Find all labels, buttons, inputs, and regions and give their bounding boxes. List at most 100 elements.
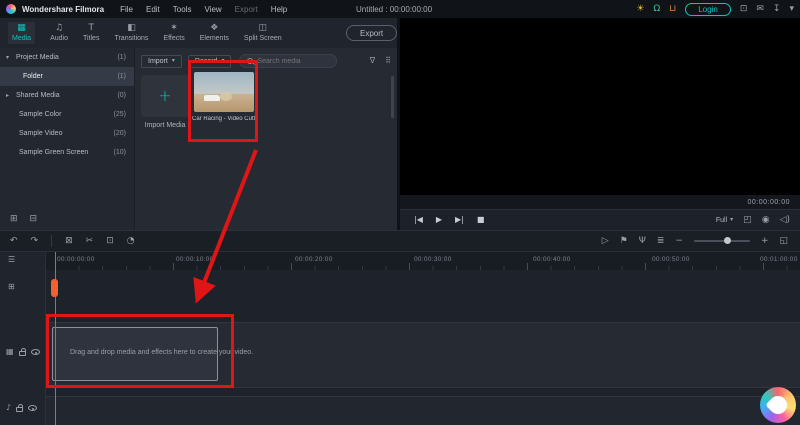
zoom-out-icon[interactable]: − (675, 236, 683, 246)
export-button[interactable]: Export (346, 25, 398, 41)
zoom-slider-handle[interactable] (723, 237, 731, 244)
elements-icon: ❖ (210, 23, 219, 33)
speaker-icon[interactable]: ◁) (780, 215, 790, 225)
media-library-sidebar: ▾ Project Media (1) Folder (1) ▸ Shared … (0, 48, 134, 230)
tips-icon[interactable]: ☀ (636, 4, 644, 14)
search-box[interactable] (239, 54, 338, 68)
record-dropdown[interactable]: Record ▾ (187, 54, 232, 68)
media-panel: Import ▾ Record ▾ ∇ ⠿ + Import Media Car… (135, 48, 397, 230)
speed-icon[interactable]: ◔ (127, 236, 135, 246)
split-icon[interactable]: ✂ (86, 236, 94, 246)
delete-icon[interactable]: ⊠ (65, 236, 73, 246)
playback-controls: |◀ ▶ ▶| ■ (400, 216, 484, 224)
screen-record-icon[interactable]: ⊡ (740, 4, 748, 14)
marker-icon[interactable]: ⚑ (620, 236, 628, 246)
filter-icon[interactable]: ∇ (370, 57, 375, 65)
menu-tools[interactable]: Tools (173, 5, 192, 14)
timeline-ruler[interactable]: 00:00:00:00 00:00:10:00 00:00:20:00 00:0… (46, 252, 800, 270)
sidebar-item-label: Folder (23, 73, 43, 80)
menu-view[interactable]: View (204, 5, 221, 14)
sidebar-item-project-media[interactable]: ▾ Project Media (1) (0, 48, 134, 67)
next-frame-button[interactable]: ▶| (455, 216, 464, 224)
download-icon[interactable]: ↧ (773, 4, 781, 14)
search-icon (247, 58, 254, 64)
ruler-label: 00:00:30:00 (414, 256, 452, 263)
sidebar-item-sample-color[interactable]: Sample Color (25) (0, 105, 134, 124)
lock-icon[interactable] (16, 404, 24, 412)
transitions-icon: ◧ (127, 23, 136, 33)
chevron-down-icon: ▾ (730, 216, 734, 223)
preview-window[interactable] (400, 18, 800, 195)
chevron-right-icon[interactable]: ▸ (6, 92, 13, 99)
tab-elements[interactable]: ❖ Elements (200, 23, 229, 43)
tab-split-screen[interactable]: ◫ Split Screen (243, 24, 282, 43)
lock-icon[interactable] (18, 348, 26, 356)
new-folder-icon[interactable]: ⊞ (10, 215, 18, 224)
support-icon[interactable]: Ω (653, 4, 660, 14)
ruler-label: 00:01:00:00 (760, 256, 798, 263)
menu-file[interactable]: File (120, 5, 133, 14)
chevron-down-icon[interactable]: ▾ (6, 54, 13, 61)
tab-audio[interactable]: ♫ Audio (50, 23, 68, 43)
tab-media[interactable]: ▦ Media (8, 22, 36, 44)
audio-icon: ♫ (54, 23, 64, 33)
sidebar-item-shared-media[interactable]: ▸ Shared Media (0) (0, 86, 134, 105)
fit-timeline-icon[interactable]: ◱ (779, 236, 788, 246)
crop-icon[interactable]: ⊡ (106, 236, 114, 246)
login-button[interactable]: Login (685, 2, 731, 16)
tab-label: Media (12, 35, 32, 42)
import-media-tile[interactable]: + (141, 75, 189, 117)
sidebar-item-sample-video[interactable]: Sample Video (20) (0, 124, 134, 143)
stop-button[interactable]: ■ (477, 216, 485, 224)
audio-mixer-icon[interactable]: ≣ (657, 236, 665, 246)
sidebar-item-sample-green-screen[interactable]: Sample Green Screen (10) (0, 143, 134, 162)
previous-frame-button[interactable]: |◀ (414, 216, 423, 224)
playhead-handle[interactable] (51, 279, 58, 297)
effects-icon: ✶ (170, 23, 178, 33)
grid-view-icon[interactable]: ⠿ (385, 57, 391, 65)
playhead-line[interactable] (55, 252, 56, 425)
search-input[interactable] (257, 57, 330, 65)
manage-tracks-icon[interactable]: ☰ (8, 256, 15, 264)
sidebar-item-count: (1) (117, 54, 126, 61)
import-dropdown[interactable]: Import ▾ (141, 54, 182, 68)
media-clip-thumbnail[interactable] (194, 72, 254, 112)
zoom-mode-dropdown[interactable]: Full ▾ (716, 217, 733, 224)
fullscreen-icon[interactable]: ◰ (743, 215, 752, 225)
menu-help[interactable]: Help (271, 5, 287, 14)
audio-track[interactable] (46, 396, 800, 425)
snapshot-icon[interactable]: ◉ (762, 215, 770, 225)
sidebar-item-count: (1) (117, 73, 126, 80)
import-label: Import (148, 57, 168, 65)
tab-titles[interactable]: T Titles (83, 24, 99, 43)
media-scrollbar[interactable] (391, 76, 394, 118)
timeline-zoom-slider[interactable] (693, 237, 750, 244)
audio-track-header: ♪ (6, 404, 38, 412)
thumbnail-art (220, 92, 232, 101)
preview-info-bar: 00:00:00:00 (400, 195, 800, 209)
video-track-header: ▦ (6, 348, 40, 356)
mail-icon[interactable]: ✉ (756, 4, 764, 14)
timeline-tools: ▷ ⚑ Ψ ≣ − + ◱ (602, 236, 800, 246)
tab-label: Split Screen (243, 35, 282, 42)
cart-icon[interactable]: ⊔ (669, 4, 676, 14)
voiceover-icon[interactable]: Ψ (639, 236, 646, 246)
eye-icon[interactable] (30, 349, 40, 355)
timeline-hint-text: Drag and drop media and effects here to … (70, 349, 254, 356)
sidebar-item-folder[interactable]: Folder (1) (0, 67, 134, 86)
menu-edit[interactable]: Edit (146, 5, 160, 14)
undo-icon[interactable]: ↶ (10, 236, 18, 246)
render-preview-icon[interactable]: ▷ (602, 236, 609, 246)
tab-effects[interactable]: ✶ Effects (163, 23, 184, 43)
delete-folder-icon[interactable]: ⊟ (30, 215, 38, 224)
eye-icon[interactable] (28, 405, 38, 411)
chevron-down-icon: ▾ (221, 57, 225, 64)
redo-icon[interactable]: ↷ (31, 236, 39, 246)
tab-transitions[interactable]: ◧ Transitions (114, 23, 148, 43)
toolbar-divider (51, 235, 53, 247)
zoom-in-icon[interactable]: + (761, 236, 769, 246)
collapse-icon[interactable]: ▾ (789, 4, 794, 14)
add-track-icon[interactable]: ⊞ (8, 283, 15, 291)
play-button[interactable]: ▶ (436, 216, 442, 224)
zoom-mode-label: Full (715, 216, 728, 224)
